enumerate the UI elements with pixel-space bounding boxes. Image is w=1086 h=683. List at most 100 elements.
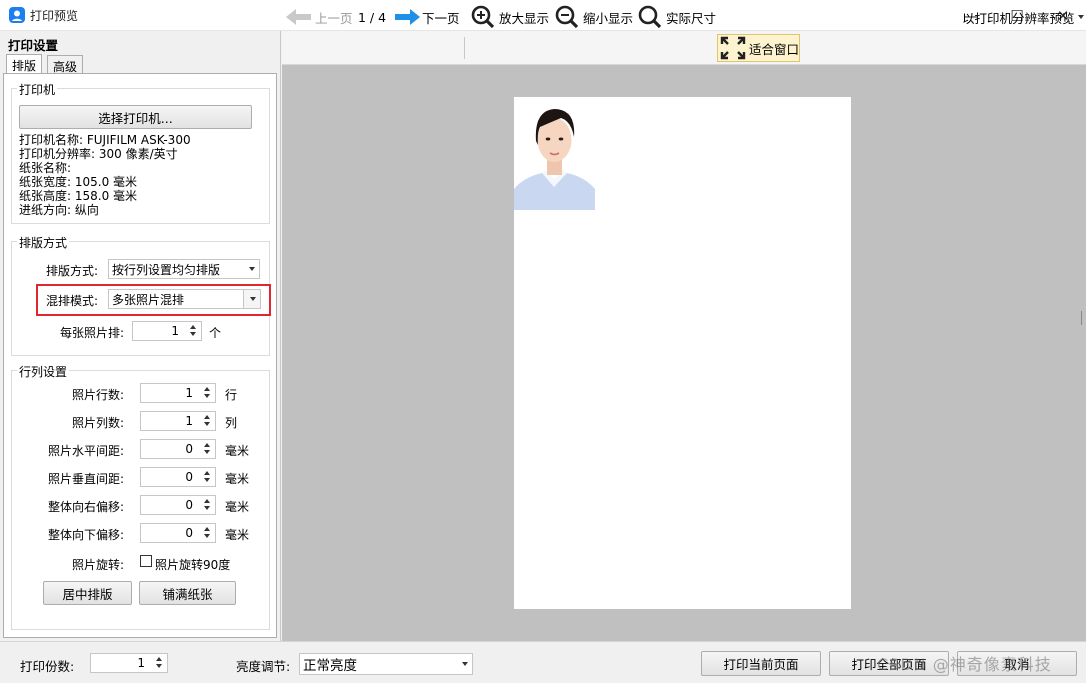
paper-name: 纸张名称: xyxy=(19,161,72,175)
mix-mode-label: 混排模式: xyxy=(45,294,98,308)
prev-page-button[interactable]: 上一页 xyxy=(286,4,353,30)
printer-name: 打印机名称: FUJIFILM ASK-300 xyxy=(19,133,191,147)
copies-value: 1 xyxy=(137,656,145,670)
app-icon xyxy=(9,7,25,23)
zoom-in-button[interactable]: 放大显示 xyxy=(471,4,549,30)
next-page-button[interactable]: 下一页 xyxy=(394,4,460,30)
paper-height: 纸张高度: 158.0 毫米 xyxy=(19,189,138,203)
actual-size-button[interactable]: 实际尺寸 xyxy=(638,4,716,30)
spinner-arrows-icon[interactable] xyxy=(188,324,198,338)
prev-page-label: 上一页 xyxy=(315,10,353,26)
page-indicator: 1 / 4 xyxy=(358,9,387,25)
layout-mode-value: 按行列设置均匀排版 xyxy=(112,262,221,277)
arrow-left-icon xyxy=(286,9,311,25)
spinner-arrows-icon[interactable] xyxy=(202,498,212,512)
offset-down-stepper[interactable]: 0 xyxy=(140,523,216,543)
zoom-out-button[interactable]: 缩小显示 xyxy=(555,4,633,30)
h-spacing-unit: 毫米 xyxy=(225,444,250,458)
id-photo xyxy=(514,97,595,210)
offset-right-stepper[interactable]: 0 xyxy=(140,495,216,515)
per-photo-value: 1 xyxy=(171,324,179,338)
per-photo-stepper[interactable]: 1 xyxy=(132,321,202,341)
next-page-label: 下一页 xyxy=(422,10,460,26)
offset-right-unit: 毫米 xyxy=(225,500,250,514)
v-spacing-stepper[interactable]: 0 xyxy=(140,467,216,487)
magnifier-icon xyxy=(638,5,662,29)
window-title: 打印预览 xyxy=(30,9,79,23)
preview-mode-dropdown[interactable]: 以打印机分辨率预览 xyxy=(962,4,1084,30)
layout-group-title: 排版方式 xyxy=(17,234,70,251)
print-current-button[interactable]: 打印当前页面 xyxy=(701,651,821,676)
brightness-select[interactable]: 正常亮度 xyxy=(299,653,473,675)
fit-window-button[interactable]: 适合窗口 xyxy=(717,34,800,62)
spinner-arrows-icon[interactable] xyxy=(202,386,212,400)
spinner-arrows-icon[interactable] xyxy=(202,526,212,540)
h-spacing-stepper[interactable]: 0 xyxy=(140,439,216,459)
zoom-out-label: 缩小显示 xyxy=(583,10,634,26)
zoom-in-label: 放大显示 xyxy=(499,10,550,26)
toolbar xyxy=(282,31,1086,65)
rotate-label: 照片旋转: xyxy=(71,558,124,572)
feed-direction: 进纸方向: 纵向 xyxy=(19,203,99,217)
fit-window-icon xyxy=(720,36,746,60)
offset-down-unit: 毫米 xyxy=(225,528,250,542)
copies-label: 打印份数: xyxy=(20,659,75,674)
spinner-arrows-icon[interactable] xyxy=(202,470,212,484)
zoom-out-icon xyxy=(555,5,579,29)
chevron-down-icon xyxy=(462,662,468,666)
chevron-down-icon xyxy=(249,267,255,271)
printer-group-title: 打印机 xyxy=(17,81,58,98)
tab-advanced[interactable]: 高级 xyxy=(47,55,84,74)
grid-group-title: 行列设置 xyxy=(17,363,70,380)
tab-layout[interactable]: 排版 xyxy=(6,54,43,74)
v-spacing-label: 照片垂直间距: xyxy=(47,472,124,486)
watermark: CSDN @神奇像素科技 xyxy=(877,655,1052,674)
v-spacing-unit: 毫米 xyxy=(225,472,250,486)
spinner-arrows-icon[interactable] xyxy=(202,442,212,456)
cols-stepper[interactable]: 1 xyxy=(140,411,216,431)
v-spacing-value: 0 xyxy=(185,470,193,484)
offset-down-label: 整体向下偏移: xyxy=(47,528,124,542)
arrow-right-icon xyxy=(395,9,420,25)
chevron-down-icon xyxy=(250,297,256,301)
cols-value: 1 xyxy=(185,414,193,428)
chevron-down-icon xyxy=(1077,15,1084,19)
offset-right-label: 整体向右偏移: xyxy=(47,500,124,514)
offset-down-value: 0 xyxy=(185,526,193,540)
printer-info: 打印机名称: FUJIFILM ASK-300 打印机分辨率: 300 像素/英… xyxy=(19,133,191,217)
brightness-value: 正常亮度 xyxy=(303,658,357,674)
mix-mode-select[interactable]: 多张照片混排 xyxy=(108,289,261,309)
rows-stepper[interactable]: 1 xyxy=(140,383,216,403)
rotate-checkbox-label[interactable]: 照片旋转90度 xyxy=(155,556,230,573)
h-spacing-value: 0 xyxy=(185,442,193,456)
layout-mode-label: 排版方式: xyxy=(45,264,98,278)
brightness-label: 亮度调节: xyxy=(236,659,291,674)
per-photo-unit: 个 xyxy=(209,326,222,340)
printer-resolution: 打印机分辨率: 300 像素/英寸 xyxy=(19,147,178,161)
cols-unit: 列 xyxy=(225,416,238,430)
layout-mode-select[interactable]: 按行列设置均匀排版 xyxy=(108,259,260,279)
mix-mode-value: 多张照片混排 xyxy=(112,292,185,307)
spinner-arrows-icon[interactable] xyxy=(202,414,212,428)
rotate-checkbox[interactable] xyxy=(140,555,152,567)
zoom-in-icon xyxy=(471,5,495,29)
per-photo-label: 每张照片排: xyxy=(59,326,124,340)
toolbar-divider xyxy=(464,37,465,59)
paper-width: 纸张宽度: 105.0 毫米 xyxy=(19,175,138,189)
resize-handle[interactable] xyxy=(1081,311,1084,325)
rows-value: 1 xyxy=(185,386,193,400)
fit-window-label: 适合窗口 xyxy=(749,41,800,57)
actual-size-label: 实际尺寸 xyxy=(666,10,717,26)
settings-title: 打印设置 xyxy=(8,38,59,53)
h-spacing-label: 照片水平间距: xyxy=(47,444,124,458)
preview-mode-label: 以打印机分辨率预览 xyxy=(962,10,1075,26)
spinner-arrows-icon[interactable] xyxy=(154,656,164,670)
offset-right-value: 0 xyxy=(185,498,193,512)
center-layout-button[interactable]: 居中排版 xyxy=(43,581,132,605)
rows-label: 照片行数: xyxy=(71,388,124,402)
fill-paper-button[interactable]: 铺满纸张 xyxy=(139,581,236,605)
cols-label: 照片列数: xyxy=(71,416,124,430)
copies-stepper[interactable]: 1 xyxy=(90,653,168,673)
select-printer-button[interactable]: 选择打印机... xyxy=(19,105,252,129)
rows-unit: 行 xyxy=(225,388,238,402)
